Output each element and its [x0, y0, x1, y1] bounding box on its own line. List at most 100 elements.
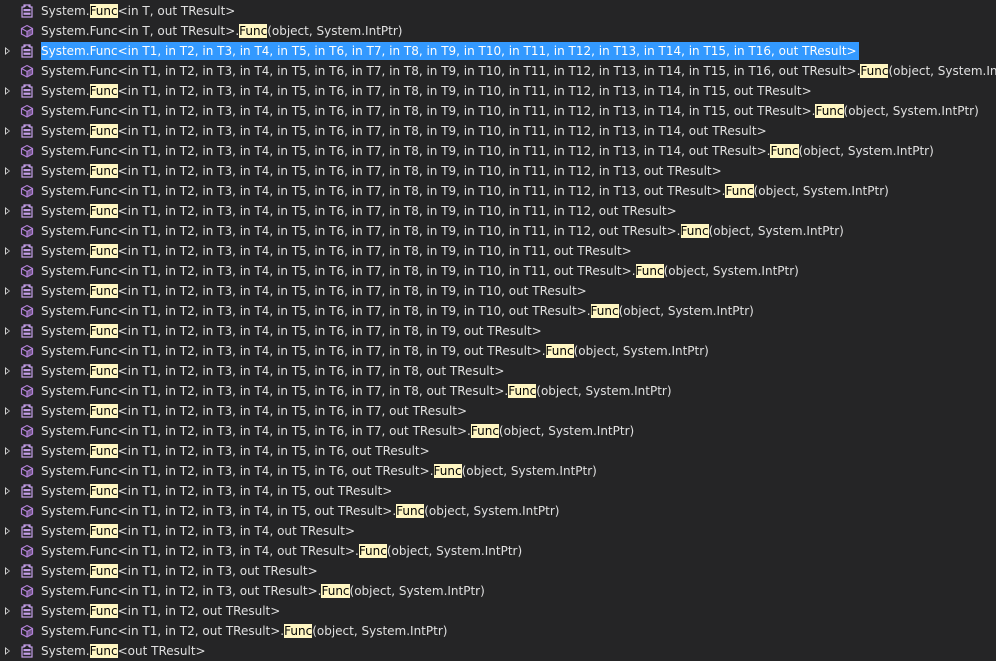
delegate-class-icon — [20, 644, 34, 658]
method-cube-icon — [20, 344, 34, 358]
row-label: System.Func<in T1, in T2, in T3, in T4, … — [41, 422, 634, 440]
tree-row-class[interactable]: System.Func<in T1, in T2, in T3, in T4, … — [0, 281, 996, 301]
label-text: System. — [41, 364, 90, 378]
expand-triangle-icon[interactable] — [5, 287, 10, 295]
tree-row-class[interactable]: System.Func<out TResult> — [0, 641, 996, 661]
method-cube-icon — [20, 64, 34, 78]
method-cube-icon — [20, 224, 34, 238]
row-label: System.Func<in T1, in T2, in T3, in T4, … — [41, 522, 355, 540]
search-match-highlight: Func — [508, 384, 537, 398]
label-text: System. — [41, 324, 90, 338]
search-match-highlight: Func — [89, 164, 118, 178]
search-match-highlight: Func — [89, 4, 118, 18]
tree-row-method[interactable]: System.Func<in T, out TResult>.Func(obje… — [0, 21, 996, 41]
tree-row-method[interactable]: System.Func<in T1, in T2, in T3, in T4, … — [0, 501, 996, 521]
search-match-highlight: Func — [545, 344, 574, 358]
tree-row-class[interactable]: System.Func<in T1, in T2, in T3, in T4, … — [0, 81, 996, 101]
expand-triangle-icon[interactable] — [5, 167, 10, 175]
row-label: System.Func<in T1, in T2, in T3, in T4, … — [41, 182, 889, 200]
tree-row-method[interactable]: System.Func<in T1, in T2, in T3, in T4, … — [0, 181, 996, 201]
tree-row-class[interactable]: System.Func<in T1, in T2, in T3, in T4, … — [0, 321, 996, 341]
label-text: System. — [41, 604, 90, 618]
label-text: <in T1, in T2, in T3, in T4, in T5, in T… — [117, 444, 430, 458]
row-label: System.Func<in T1, in T2, in T3, in T4, … — [41, 402, 467, 420]
label-text: System. — [41, 204, 90, 218]
expand-triangle-icon[interactable] — [5, 47, 10, 55]
label-text: (object, System.IntPtr) — [888, 64, 996, 78]
delegate-class-icon — [20, 44, 34, 58]
delegate-class-icon — [20, 324, 34, 338]
label-text: System.Func<in T1, in T2, in T3, in T4, … — [41, 544, 359, 558]
expand-triangle-icon[interactable] — [5, 247, 10, 255]
expand-triangle-icon[interactable] — [5, 567, 10, 575]
search-match-highlight: Func — [815, 104, 844, 118]
tree-row-class[interactable]: System.Func<in T1, in T2, in T3, in T4, … — [0, 361, 996, 381]
expand-triangle-icon[interactable] — [5, 407, 10, 415]
tree-row-method[interactable]: System.Func<in T1, in T2, out TResult>.F… — [0, 621, 996, 641]
tree-row-method[interactable]: System.Func<in T1, in T2, in T3, in T4, … — [0, 61, 996, 81]
expand-triangle-icon[interactable] — [5, 87, 10, 95]
method-cube-icon — [20, 544, 34, 558]
row-label: System.Func<in T1, in T2, in T3, in T4, … — [41, 502, 559, 520]
search-match-highlight: Func — [89, 84, 118, 98]
search-match-highlight: Func — [89, 364, 118, 378]
tree-row-class[interactable]: System.Func<in T1, in T2, in T3, in T4, … — [0, 121, 996, 141]
tree-row-class[interactable]: System.Func<in T1, in T2, in T3, in T4, … — [0, 481, 996, 501]
expand-triangle-icon[interactable] — [5, 447, 10, 455]
row-label: System.Func<in T1, in T2, out TResult>.F… — [41, 622, 447, 640]
method-cube-icon — [20, 264, 34, 278]
search-match-highlight: Func — [89, 204, 118, 218]
tree-row-method[interactable]: System.Func<in T1, in T2, in T3, in T4, … — [0, 461, 996, 481]
label-text: (object, System.IntPtr) — [536, 384, 672, 398]
label-text: System. — [41, 284, 90, 298]
label-text: System. — [41, 84, 90, 98]
tree-row-class[interactable]: System.Func<in T1, in T2, in T3, out TRe… — [0, 561, 996, 581]
label-text: System.Func<in T1, in T2, in T3, in T4, … — [41, 464, 434, 478]
tree-row-method[interactable]: System.Func<in T1, in T2, in T3, in T4, … — [0, 141, 996, 161]
tree-row-method[interactable]: System.Func<in T1, in T2, in T3, in T4, … — [0, 541, 996, 561]
tree-row-class[interactable]: System.Func<in T1, in T2, in T3, in T4, … — [0, 441, 996, 461]
tree-row-method[interactable]: System.Func<in T1, in T2, in T3, in T4, … — [0, 221, 996, 241]
tree-row-class[interactable]: System.Func<in T1, in T2, in T3, in T4, … — [0, 521, 996, 541]
delegate-class-icon — [20, 164, 34, 178]
label-text: <in T1, in T2, in T3, in T4, in T5, in T… — [117, 364, 505, 378]
tree-row-class[interactable]: System.Func<in T1, in T2, out TResult> — [0, 601, 996, 621]
tree-row-class[interactable]: System.Func<in T1, in T2, in T3, in T4, … — [0, 161, 996, 181]
expand-triangle-icon[interactable] — [5, 607, 10, 615]
label-text: (object, System.IntPtr) — [753, 184, 889, 198]
tree-row-class[interactable]: System.Func<in T1, in T2, in T3, in T4, … — [0, 401, 996, 421]
tree-row-method[interactable]: System.Func<in T1, in T2, in T3, out TRe… — [0, 581, 996, 601]
expand-triangle-icon[interactable] — [5, 527, 10, 535]
delegate-class-icon — [20, 364, 34, 378]
method-cube-icon — [20, 424, 34, 438]
tree-row-class[interactable]: System.Func<in T1, in T2, in T3, in T4, … — [0, 41, 996, 61]
expand-triangle-icon[interactable] — [5, 647, 10, 655]
label-text: <in T1, in T2, in T3, in T4, in T5, in T… — [117, 84, 812, 98]
expand-triangle-icon[interactable] — [5, 207, 10, 215]
expand-triangle-icon[interactable] — [5, 127, 10, 135]
tree-row-method[interactable]: System.Func<in T1, in T2, in T3, in T4, … — [0, 381, 996, 401]
tree-row-method[interactable]: System.Func<in T1, in T2, in T3, in T4, … — [0, 101, 996, 121]
label-text: <in T1, in T2, in T3, in T4, in T5, in T… — [117, 404, 468, 418]
label-text: System.Func<in T1, in T2, in T3, in T4, … — [41, 104, 816, 118]
tree-row-class[interactable]: System.Func<in T1, in T2, in T3, in T4, … — [0, 241, 996, 261]
expand-triangle-icon[interactable] — [5, 487, 10, 495]
label-text: <in T1, in T2, in T3, in T4, in T5, in T… — [117, 124, 767, 138]
search-match-highlight: Func — [770, 144, 799, 158]
search-match-highlight: Func — [725, 184, 754, 198]
tree-row-method[interactable]: System.Func<in T1, in T2, in T3, in T4, … — [0, 261, 996, 281]
row-label: System.Func<out TResult> — [41, 642, 206, 660]
tree-row-class[interactable]: System.Func<in T, out TResult> — [0, 1, 996, 21]
tree-row-class[interactable]: System.Func<in T1, in T2, in T3, in T4, … — [0, 201, 996, 221]
expand-triangle-icon[interactable] — [5, 327, 10, 335]
tree-row-method[interactable]: System.Func<in T1, in T2, in T3, in T4, … — [0, 421, 996, 441]
search-match-highlight: Func — [680, 224, 709, 238]
label-text: System. — [41, 404, 90, 418]
delegate-class-icon — [20, 284, 34, 298]
expand-triangle-icon[interactable] — [5, 367, 10, 375]
search-match-highlight: Func — [89, 124, 118, 138]
delegate-class-icon — [20, 244, 34, 258]
tree-row-method[interactable]: System.Func<in T1, in T2, in T3, in T4, … — [0, 341, 996, 361]
tree-row-method[interactable]: System.Func<in T1, in T2, in T3, in T4, … — [0, 301, 996, 321]
delegate-class-icon — [20, 604, 34, 618]
